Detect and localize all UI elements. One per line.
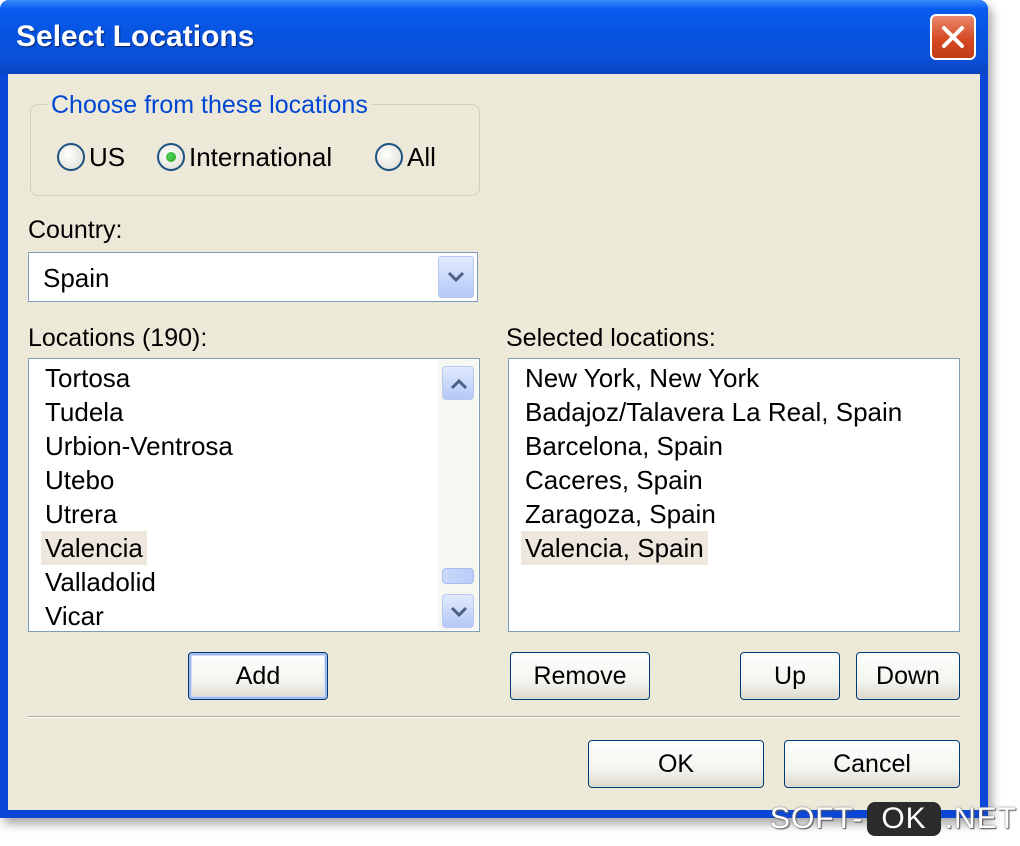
country-value: Spain <box>43 263 110 293</box>
list-item[interactable]: Tudela <box>41 395 128 429</box>
list-item[interactable]: Valladolid <box>41 565 160 599</box>
list-item[interactable]: Urbion-Ventrosa <box>41 429 237 463</box>
scroll-down-button[interactable] <box>442 594 474 628</box>
locations-label: Locations (190): <box>28 324 208 352</box>
watermark: SOFT- OK .NET <box>770 798 1017 840</box>
close-icon <box>942 26 964 48</box>
country-dropdown[interactable]: Spain <box>28 252 478 302</box>
close-button[interactable] <box>930 14 976 60</box>
separator <box>28 716 960 718</box>
radio-button-icon <box>375 143 403 171</box>
dialog-body: Choose from these locations US Internati… <box>8 74 980 810</box>
radio-international[interactable]: International <box>157 139 332 175</box>
chevron-down-icon <box>450 606 468 618</box>
list-item[interactable]: Tortosa <box>41 361 134 395</box>
watermark-right: .NET <box>944 802 1018 835</box>
down-button[interactable]: Down <box>856 652 960 700</box>
radio-all-label: All <box>407 141 436 172</box>
watermark-ok: OK <box>867 802 941 836</box>
radio-button-icon <box>157 143 185 171</box>
list-item[interactable]: Barcelona, Spain <box>521 429 727 463</box>
up-button[interactable]: Up <box>740 652 840 700</box>
cancel-button[interactable]: Cancel <box>784 740 960 788</box>
add-button[interactable]: Add <box>188 652 328 700</box>
locations-list[interactable]: Tortosa Tudela Urbion-Ventrosa Utebo Utr… <box>28 358 480 632</box>
radio-button-icon <box>57 143 85 171</box>
list-item[interactable]: Caceres, Spain <box>521 463 707 497</box>
list-item[interactable]: Utebo <box>41 463 118 497</box>
dialog-title: Select Locations <box>16 20 255 53</box>
title-bar[interactable]: Select Locations <box>0 0 988 74</box>
selected-locations-list[interactable]: New York, New York Badajoz/Talavera La R… <box>508 358 960 632</box>
chevron-down-icon <box>447 271 465 283</box>
list-item[interactable]: Vicar <box>41 599 108 633</box>
radio-all[interactable]: All <box>375 139 436 175</box>
country-label: Country: <box>28 216 123 244</box>
chevron-up-icon <box>450 378 468 390</box>
list-item[interactable]: Zaragoza, Spain <box>521 497 720 531</box>
list-item[interactable]: Badajoz/Talavera La Real, Spain <box>521 395 906 429</box>
list-item-selected[interactable]: Valencia, Spain <box>521 531 708 565</box>
location-filter-group: Choose from these locations US Internati… <box>30 91 480 196</box>
radio-international-label: International <box>189 141 333 172</box>
scroll-up-button[interactable] <box>442 366 474 400</box>
radio-us-label: US <box>89 141 126 172</box>
country-dropdown-button[interactable] <box>438 256 474 298</box>
radio-us[interactable]: US <box>57 139 125 175</box>
list-item[interactable]: Utrera <box>41 497 121 531</box>
watermark-left: SOFT- <box>770 802 864 835</box>
selected-locations-label: Selected locations: <box>506 324 716 352</box>
location-filter-label: Choose from these locations <box>47 91 372 120</box>
radio-selected-dot <box>166 152 176 162</box>
scroll-thumb[interactable] <box>442 568 474 584</box>
list-item-selected[interactable]: Valencia <box>41 531 147 565</box>
locations-scrollbar[interactable] <box>438 360 478 630</box>
list-item[interactable]: New York, New York <box>521 361 763 395</box>
remove-button[interactable]: Remove <box>510 652 650 700</box>
ok-button[interactable]: OK <box>588 740 764 788</box>
dialog-window: Select Locations Choose from these locat… <box>0 0 988 818</box>
